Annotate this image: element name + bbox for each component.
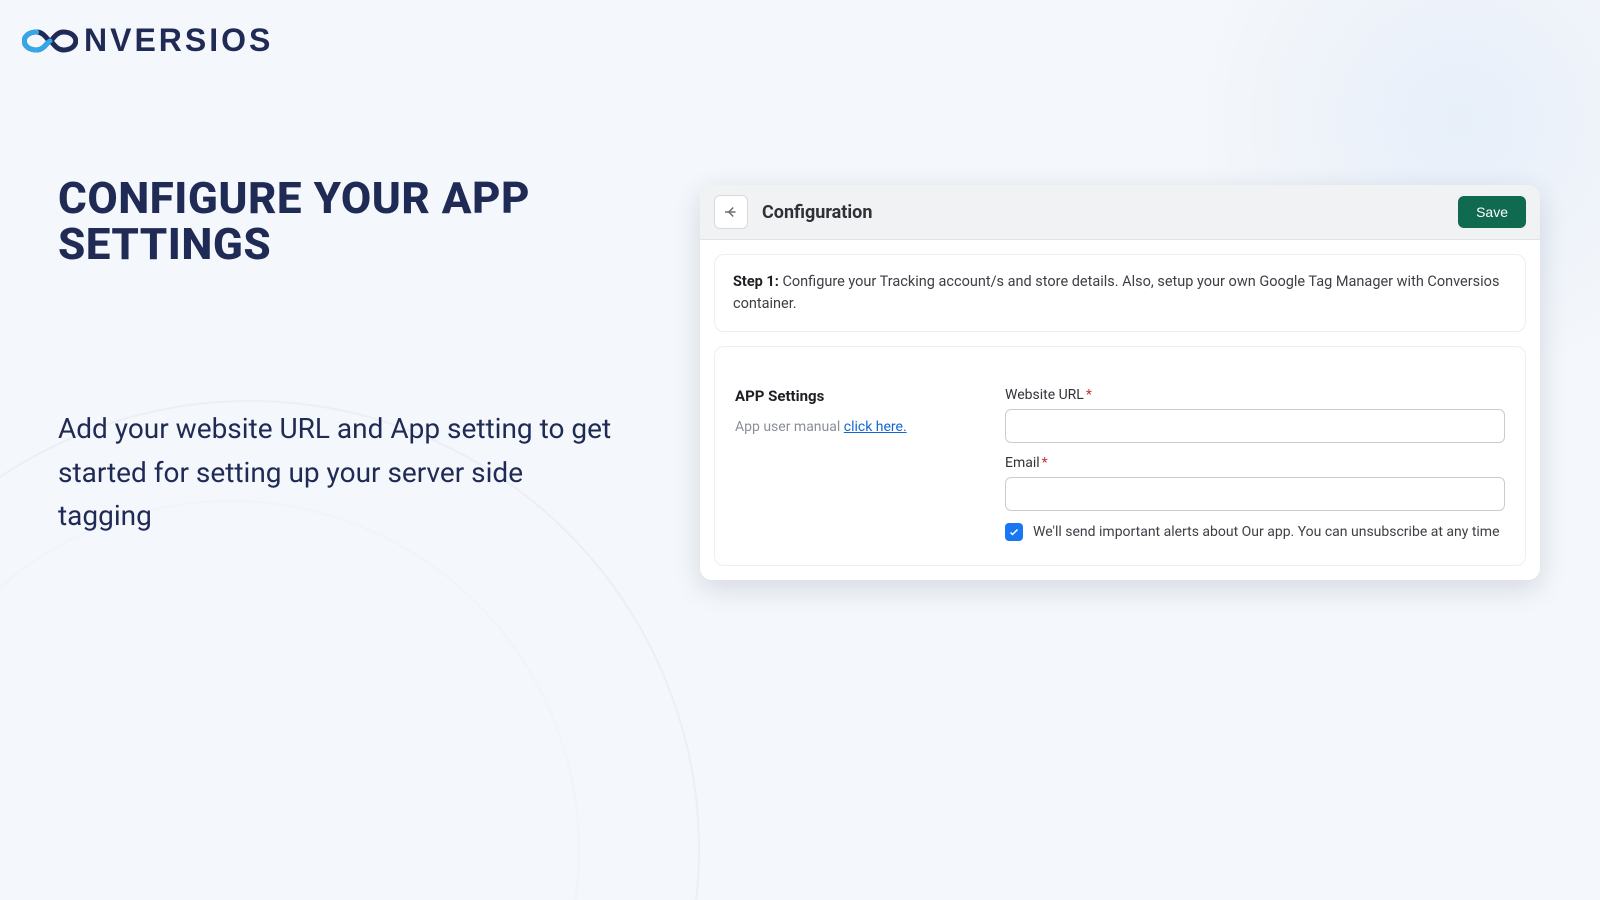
brand-name: NVERSIOS: [84, 22, 273, 59]
manual-line: App user manual click here.: [735, 419, 985, 435]
required-asterisk: *: [1086, 387, 1092, 403]
required-asterisk: *: [1042, 455, 1048, 471]
app-settings-heading: APP Settings: [735, 387, 985, 405]
email-label-text: Email: [1005, 455, 1040, 471]
page-title: CONFIGURE YOUR APP SETTINGS: [58, 175, 698, 267]
configuration-panel: Configuration Save Step 1: Configure you…: [700, 185, 1540, 580]
arrow-left-icon: [722, 203, 740, 221]
save-button[interactable]: Save: [1458, 196, 1526, 228]
step-text: Configure your Tracking account/s and st…: [733, 273, 1499, 312]
infinity-icon: [22, 26, 78, 56]
panel-title: Configuration: [762, 202, 1458, 223]
app-settings-box: APP Settings App user manual click here.…: [714, 346, 1526, 566]
website-url-label: Website URL*: [1005, 387, 1505, 403]
website-url-label-text: Website URL: [1005, 387, 1084, 403]
back-button[interactable]: [714, 195, 748, 229]
website-url-input[interactable]: [1005, 409, 1505, 443]
panel-header: Configuration Save: [700, 185, 1540, 240]
brand-logo: NVERSIOS: [22, 22, 273, 59]
email-label: Email*: [1005, 455, 1505, 471]
page-subtext: Add your website URL and App setting to …: [58, 407, 618, 537]
alerts-text: We'll send important alerts about Our ap…: [1033, 524, 1500, 540]
email-input[interactable]: [1005, 477, 1505, 511]
check-icon: [1008, 526, 1020, 538]
alerts-checkbox[interactable]: [1005, 523, 1023, 541]
manual-text: App user manual: [735, 419, 844, 435]
step-prefix: Step 1:: [733, 273, 779, 290]
manual-link[interactable]: click here.: [844, 419, 907, 435]
step-description: Step 1: Configure your Tracking account/…: [714, 254, 1526, 332]
